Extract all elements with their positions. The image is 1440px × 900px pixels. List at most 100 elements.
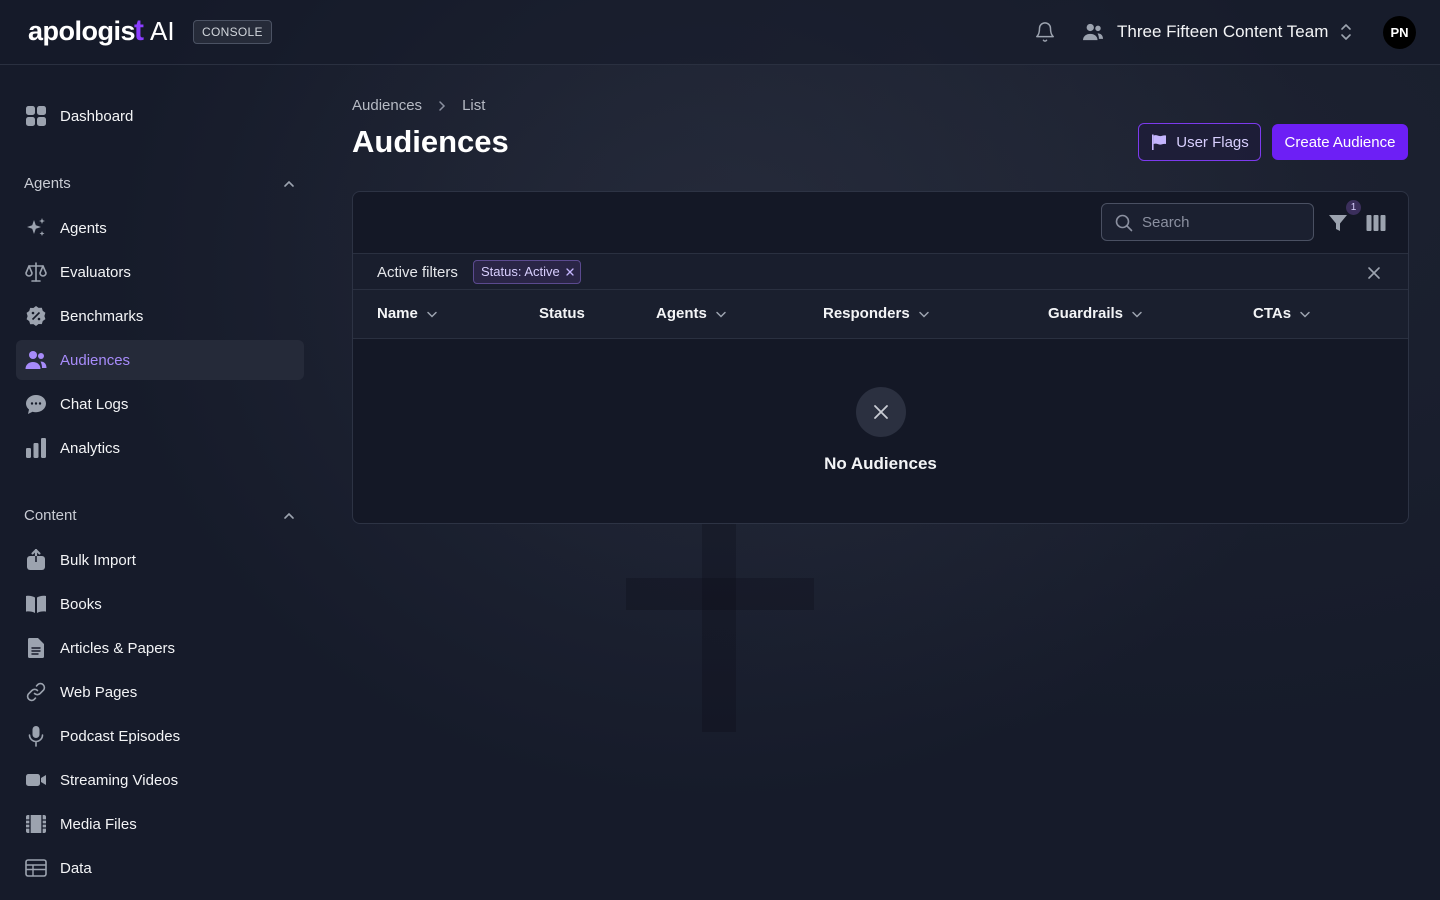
section-label: Content: [24, 507, 77, 524]
table-toolbar: Search 1: [353, 192, 1408, 253]
film-icon: [26, 815, 46, 833]
console-badge: CONSOLE: [193, 20, 272, 44]
chevron-down-icon: [918, 311, 929, 318]
sidebar-item-chat-logs[interactable]: Chat Logs: [16, 384, 304, 424]
sidebar-item-label: Benchmarks: [60, 307, 144, 325]
column-header-name[interactable]: Name: [377, 305, 438, 322]
background-cross-bar: [626, 578, 814, 610]
users-icon: [25, 351, 47, 369]
logo-text: apologis: [28, 16, 136, 46]
book-open-icon: [26, 595, 46, 613]
chevron-up-icon[interactable]: [282, 509, 296, 523]
column-header-responders[interactable]: Responders: [823, 305, 930, 322]
column-label: Name: [377, 305, 418, 322]
column-label: CTAs: [1253, 305, 1292, 322]
create-audience-button[interactable]: Create Audience: [1272, 124, 1408, 160]
search-icon: [1115, 214, 1133, 232]
sparkles-icon: [27, 218, 45, 236]
benchmark-badge-icon: [26, 306, 46, 326]
scale-icon: [25, 262, 47, 282]
chevron-up-down-icon[interactable]: [1339, 23, 1353, 41]
chevron-down-icon: [427, 311, 437, 318]
logo[interactable]: apologis t AI: [28, 14, 175, 48]
chevron-down-icon: [1132, 311, 1142, 318]
team-icon: [1083, 23, 1103, 41]
section-header-content[interactable]: Content: [24, 507, 296, 524]
sidebar-item-books[interactable]: Books: [16, 584, 304, 624]
team-switcher-label[interactable]: Three Fifteen Content Team: [1117, 22, 1328, 42]
chat-bubble-icon: [26, 395, 46, 414]
column-label: Guardrails: [1048, 305, 1124, 322]
sidebar-item-label: Analytics: [60, 439, 121, 457]
column-header-guardrails[interactable]: Guardrails: [1048, 305, 1143, 322]
active-filters-label: Active filters: [377, 264, 458, 281]
column-label: Status: [539, 305, 585, 322]
logo-cross-mark: t: [134, 14, 145, 47]
active-filters-bar: Active filters Status: Active: [353, 253, 1408, 290]
sidebar-item-streaming-videos[interactable]: Streaming Videos: [16, 760, 304, 800]
sidebar: Dashboard Agents Agents Evaluators Bench…: [0, 65, 320, 900]
remove-filter-icon[interactable]: [566, 268, 574, 276]
column-header-status[interactable]: Status: [539, 305, 585, 322]
column-header-ctas[interactable]: CTAs: [1253, 305, 1311, 322]
filter-icon[interactable]: [1328, 213, 1348, 233]
x-mark-icon: [874, 405, 888, 419]
chevron-down-icon: [716, 311, 726, 318]
sidebar-item-label: Podcast Episodes: [60, 727, 181, 745]
empty-state-text: No Audiences: [824, 454, 937, 473]
search-input[interactable]: Search: [1101, 203, 1314, 241]
sidebar-item-bulk-import[interactable]: Bulk Import: [16, 540, 304, 580]
sidebar-item-label: Bulk Import: [60, 551, 136, 569]
background-cross: [702, 522, 736, 732]
sidebar-item-audiences[interactable]: Audiences: [16, 340, 304, 380]
audiences-table-panel: Search 1 Active filters Status: Active N…: [352, 191, 1409, 524]
sidebar-item-label: Dashboard: [60, 107, 134, 125]
sidebar-item-podcast-episodes[interactable]: Podcast Episodes: [16, 716, 304, 756]
microphone-icon: [28, 726, 44, 747]
table-header: Name Status Agents Responders Guardrails…: [353, 290, 1408, 339]
column-header-agents[interactable]: Agents: [656, 305, 727, 322]
video-camera-icon: [26, 774, 46, 786]
sidebar-item-label: Books: [60, 595, 102, 613]
sidebar-item-benchmarks[interactable]: Benchmarks: [16, 296, 304, 336]
filter-chip-label: Status: Active: [481, 264, 560, 279]
user-flags-button[interactable]: User Flags: [1138, 123, 1261, 161]
sidebar-item-articles-papers[interactable]: Articles & Papers: [16, 628, 304, 668]
sidebar-item-evaluators[interactable]: Evaluators: [16, 252, 304, 292]
document-icon: [27, 638, 44, 658]
sidebar-item-label: Streaming Videos: [60, 771, 179, 789]
sidebar-item-media-files[interactable]: Media Files: [16, 804, 304, 844]
sidebar-item-analytics[interactable]: Analytics: [16, 428, 304, 468]
sidebar-item-label: Audiences: [60, 351, 131, 369]
chevron-up-icon[interactable]: [282, 177, 296, 191]
sidebar-item-label: Chat Logs: [60, 395, 129, 413]
clear-filters-icon[interactable]: [1367, 266, 1381, 280]
filter-count-badge: 1: [1346, 200, 1361, 215]
sidebar-item-data[interactable]: Data: [16, 848, 304, 888]
avatar[interactable]: PN: [1383, 16, 1416, 49]
chevron-right-icon: [439, 100, 446, 111]
sidebar-item-label: Agents: [60, 219, 107, 237]
sidebar-item-label: Evaluators: [60, 263, 131, 281]
flag-icon: [1152, 134, 1167, 150]
sidebar-item-label: Data: [60, 859, 92, 877]
breadcrumb-root[interactable]: Audiences: [352, 97, 422, 114]
columns-icon[interactable]: [1366, 214, 1386, 232]
sidebar-item-agents[interactable]: Agents: [16, 208, 304, 248]
bar-chart-icon: [26, 438, 46, 458]
sidebar-item-label: Media Files: [60, 815, 137, 833]
sidebar-item-dashboard[interactable]: Dashboard: [16, 96, 304, 136]
empty-state-icon: [856, 387, 906, 437]
column-label: Agents: [656, 305, 707, 322]
breadcrumb-current: List: [462, 97, 486, 114]
chevron-down-icon: [1300, 311, 1310, 318]
import-icon: [27, 549, 45, 570]
column-label: Responders: [823, 305, 910, 322]
bell-icon[interactable]: [1034, 21, 1056, 43]
sidebar-item-label: Articles & Papers: [60, 639, 176, 657]
filter-chip-status[interactable]: Status: Active: [473, 260, 581, 284]
sidebar-item-web-pages[interactable]: Web Pages: [16, 672, 304, 712]
top-bar: apologis t AI CONSOLE Three Fifteen Conten…: [0, 0, 1440, 65]
section-header-agents[interactable]: Agents: [24, 175, 296, 192]
user-flags-label: User Flags: [1176, 133, 1249, 151]
